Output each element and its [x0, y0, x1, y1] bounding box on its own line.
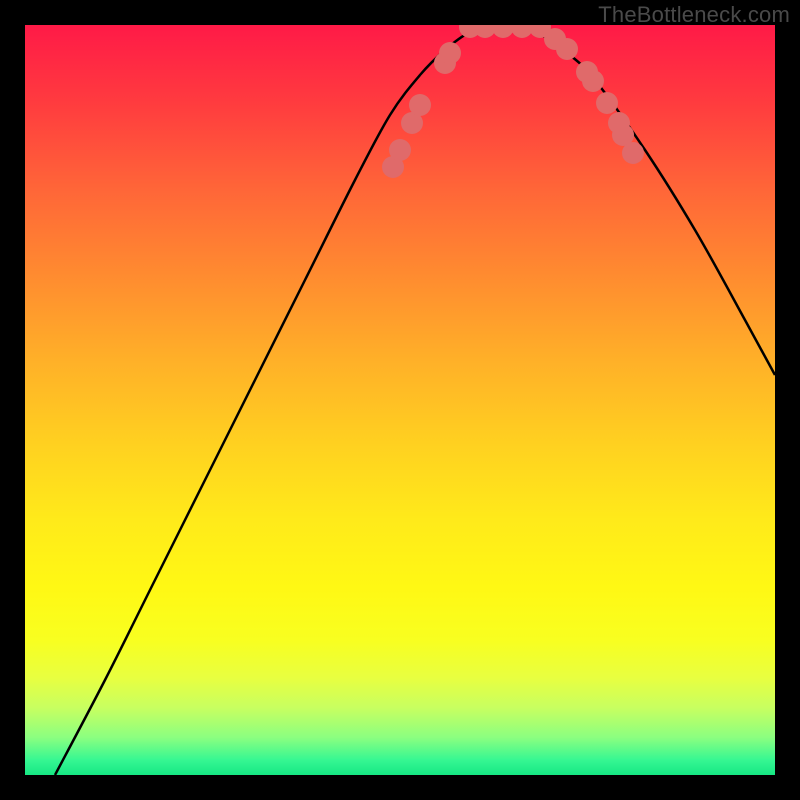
chart-frame [0, 0, 800, 800]
watermark-text: TheBottleneck.com [598, 2, 790, 28]
